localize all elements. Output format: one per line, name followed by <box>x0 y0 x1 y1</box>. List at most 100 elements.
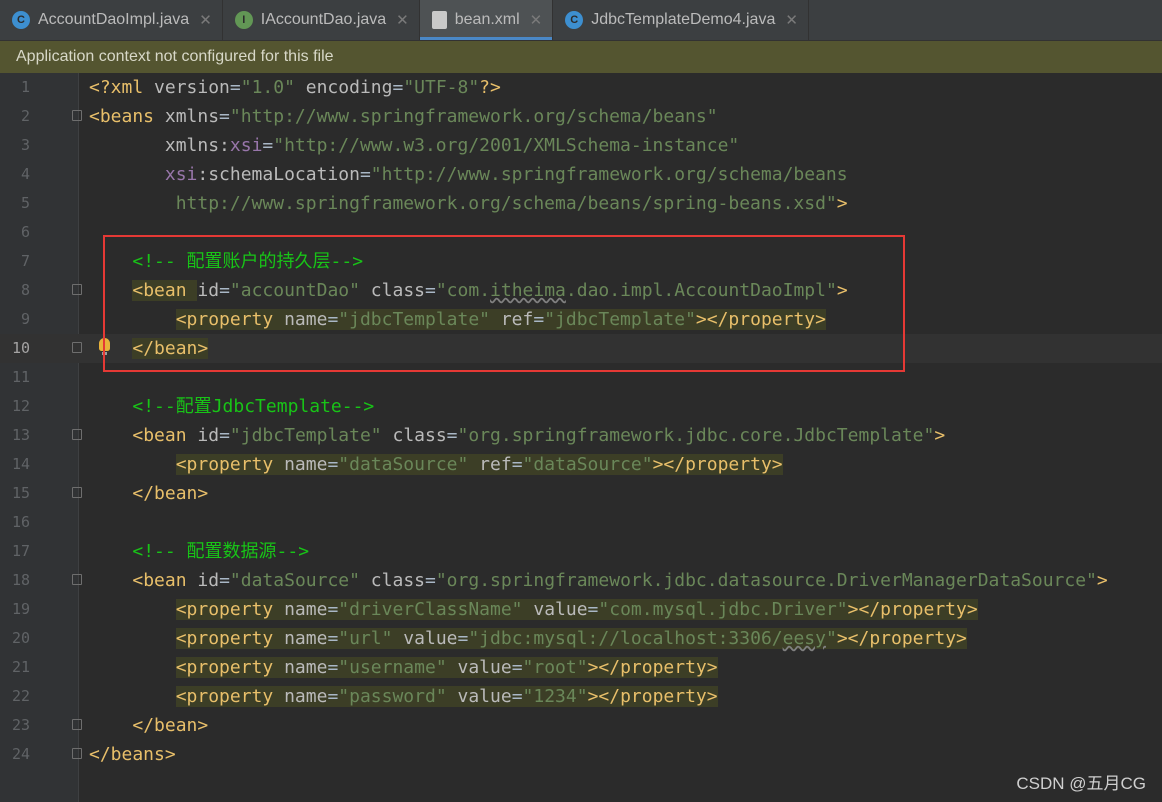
eq: = <box>327 657 339 678</box>
code-line[interactable]: 8 <bean id="accountDao" class="com.ithei… <box>0 276 1162 305</box>
attr-value: "jdbcTemplate" <box>229 425 382 446</box>
fold-marker-icon[interactable] <box>72 342 82 353</box>
tag-end: ></property> <box>847 599 978 620</box>
tag-open: <property <box>175 657 285 678</box>
namespace-prefix: xsi <box>164 164 198 185</box>
eq: = <box>359 164 371 185</box>
code-line[interactable]: 19 <property name="driverClassName" valu… <box>0 595 1162 624</box>
line-number: 24 <box>11 745 30 763</box>
attr-name: name <box>284 454 328 475</box>
code-line[interactable]: 3 xmlns:xsi="http://www.w3.org/2001/XMLS… <box>0 131 1162 160</box>
code-line[interactable]: 9 <property name="jdbcTemplate" ref="jdb… <box>0 305 1162 334</box>
close-icon[interactable]: ✕ <box>199 11 212 29</box>
tag-open: <property <box>175 628 285 649</box>
tag-open: <bean <box>132 570 198 591</box>
context-notice-banner[interactable]: Application context not configured for t… <box>0 41 1162 73</box>
code-line[interactable]: 12 <!--配置JdbcTemplate--> <box>0 392 1162 421</box>
code-line[interactable]: 14 <property name="dataSource" ref="data… <box>0 450 1162 479</box>
code-line[interactable]: 23 </bean> <box>0 711 1162 740</box>
close-icon[interactable]: ✕ <box>785 11 798 29</box>
attr-value: "url" <box>338 628 393 649</box>
attr-value: .dao.impl.AccountDaoImpl" <box>565 280 837 301</box>
tab-label: JdbcTemplateDemo4.java <box>591 11 776 28</box>
code-line[interactable]: 1 <?xml version="1.0" encoding="UTF-8"?> <box>0 73 1162 102</box>
code-line[interactable]: 11 <box>0 363 1162 392</box>
fold-marker-icon[interactable] <box>72 284 82 295</box>
eq: = <box>511 686 523 707</box>
attr-value: "jdbcTemplate" <box>338 309 490 330</box>
fold-marker-icon[interactable] <box>72 487 82 498</box>
tab-bean-xml[interactable]: bean.xml ✕ <box>419 0 554 40</box>
tag-open: <bean <box>132 280 198 301</box>
close-icon[interactable]: ✕ <box>396 11 409 29</box>
attr-name: id <box>197 280 220 301</box>
attr-name: xmlns <box>164 106 220 127</box>
attr-name: value <box>446 657 512 678</box>
tab-accountdaoimpl[interactable]: C AccountDaoImpl.java ✕ <box>0 0 223 40</box>
tag-end: ></property> <box>587 686 718 707</box>
fold-marker-icon[interactable] <box>72 574 82 585</box>
attr-name: name <box>284 657 328 678</box>
editor-tab-bar: C AccountDaoImpl.java ✕ I IAccountDao.ja… <box>0 0 1162 41</box>
code-line[interactable]: 6 <box>0 218 1162 247</box>
code-line[interactable]: 22 <property name="password" value="1234… <box>0 682 1162 711</box>
tab-iaccountdao[interactable]: I IAccountDao.java ✕ <box>223 0 420 40</box>
tag-end: > <box>836 193 848 214</box>
code-line[interactable]: 20 <property name="url" value="jdbc:mysq… <box>0 624 1162 653</box>
line-number: 10 <box>11 339 30 357</box>
attr-name: class <box>359 570 425 591</box>
fold-marker-icon[interactable] <box>72 429 82 440</box>
attr-value: "password" <box>338 686 447 707</box>
attr-value: "root" <box>522 657 588 678</box>
eq: = <box>457 628 469 649</box>
code-line[interactable]: 4 xsi:schemaLocation="http://www.springf… <box>0 160 1162 189</box>
eq: = <box>327 309 339 330</box>
tag-close: </bean> <box>132 715 209 736</box>
tag-close: </bean> <box>132 483 209 504</box>
line-number: 4 <box>20 165 30 183</box>
attr-value: "com. <box>435 280 491 301</box>
attr-value: http://www.springframework.org/schema/be… <box>175 193 837 214</box>
fold-marker-icon[interactable] <box>72 748 82 759</box>
line-number: 5 <box>20 194 30 212</box>
attr-name: name <box>284 309 328 330</box>
eq: = <box>219 425 230 446</box>
tag-end: ?> <box>479 77 501 98</box>
code-line-current[interactable]: 10 </bean> <box>0 334 1162 363</box>
tab-jdbctemplatedemo4[interactable]: C JdbcTemplateDemo4.java ✕ <box>553 0 809 40</box>
attr-value: "com.mysql.jdbc.Driver" <box>598 599 848 620</box>
tag-open: <bean <box>132 425 198 446</box>
eq: = <box>392 77 404 98</box>
eq: = <box>511 657 523 678</box>
code-line[interactable]: 15 </bean> <box>0 479 1162 508</box>
attr-name: xmlns: <box>164 135 230 156</box>
close-icon[interactable]: ✕ <box>530 11 543 29</box>
line-number: 13 <box>11 426 30 444</box>
attr-value: "accountDao" <box>229 280 360 301</box>
code-line[interactable]: 2 <beans xmlns="http://www.springframewo… <box>0 102 1162 131</box>
eq: = <box>511 454 523 475</box>
code-line[interactable]: 7 <!-- 配置账户的持久层--> <box>0 247 1162 276</box>
fold-marker-icon[interactable] <box>72 719 82 730</box>
tag-open: <property <box>175 454 285 475</box>
attr-value-typo: itheima <box>490 280 566 301</box>
attr-value: "UTF-8" <box>403 77 480 98</box>
attr-name: ref <box>468 454 512 475</box>
code-line[interactable]: 16 <box>0 508 1162 537</box>
code-line[interactable]: 17 <!-- 配置数据源--> <box>0 537 1162 566</box>
tag-end: > <box>1096 570 1108 591</box>
line-number: 23 <box>11 716 30 734</box>
notice-text: Application context not configured for t… <box>16 48 334 65</box>
tag-open: <beans <box>89 106 165 127</box>
code-line[interactable]: 18 <bean id="dataSource" class="org.spri… <box>0 566 1162 595</box>
code-line[interactable]: 13 <bean id="jdbcTemplate" class="org.sp… <box>0 421 1162 450</box>
eq: = <box>327 686 339 707</box>
namespace-prefix: xsi <box>229 135 263 156</box>
fold-marker-icon[interactable] <box>72 110 82 121</box>
code-line[interactable]: 24 </beans> <box>0 740 1162 769</box>
code-line[interactable]: 5 http://www.springframework.org/schema/… <box>0 189 1162 218</box>
code-line[interactable]: 21 <property name="username" value="root… <box>0 653 1162 682</box>
attr-value: "username" <box>338 657 447 678</box>
line-number: 18 <box>11 571 30 589</box>
code-editor[interactable]: 1 <?xml version="1.0" encoding="UTF-8"?>… <box>0 73 1162 802</box>
